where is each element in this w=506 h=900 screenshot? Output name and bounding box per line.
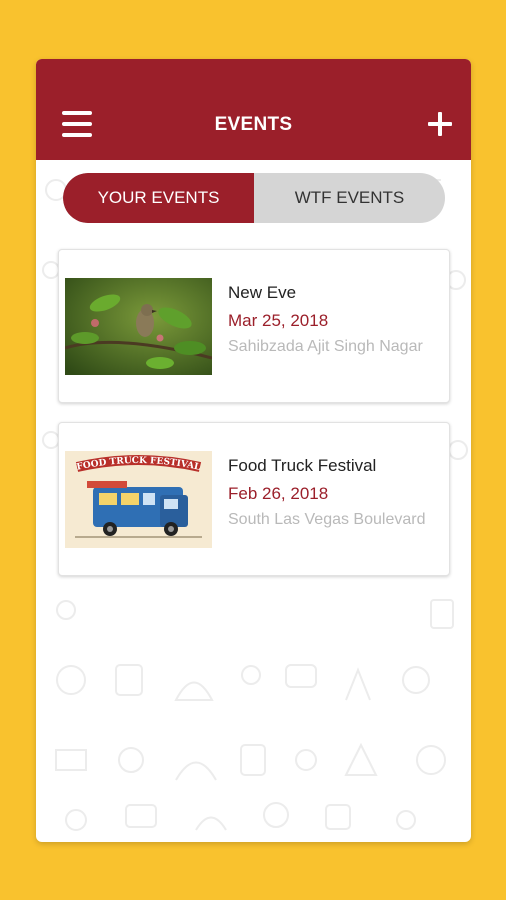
- page-title: EVENTS: [214, 114, 293, 135]
- tab-wtf-events[interactable]: WTF EVENTS: [254, 173, 445, 223]
- event-date: Mar 25, 2018: [228, 311, 329, 330]
- event-location: Sahibzada Ajit Singh Nagar: [228, 338, 423, 355]
- bird-on-branch-photo: [65, 278, 212, 375]
- event-date: Feb 26, 2018: [228, 484, 329, 503]
- app-screen: EVENTS YOUR EVENTS WTF EVENTS New Eve Ma…: [36, 59, 471, 842]
- tab-your-events[interactable]: YOUR EVENTS: [63, 173, 254, 223]
- event-name: Food Truck Festival: [228, 456, 377, 475]
- events-tab-switch: YOUR EVENTS WTF EVENTS: [63, 173, 445, 223]
- event-card[interactable]: COLUMBUS FOOD TRUCK FESTIVAL Food Truck …: [58, 422, 450, 576]
- app-header: EVENTS: [36, 59, 471, 160]
- event-name: New Eve: [228, 283, 297, 302]
- event-card[interactable]: New Eve Mar 25, 2018 Sahibzada Ajit Sing…: [58, 249, 450, 403]
- plus-icon[interactable]: [428, 112, 452, 136]
- food-truck-festival-poster: COLUMBUS FOOD TRUCK FESTIVAL: [65, 451, 212, 548]
- event-location: South Las Vegas Boulevard: [228, 511, 426, 528]
